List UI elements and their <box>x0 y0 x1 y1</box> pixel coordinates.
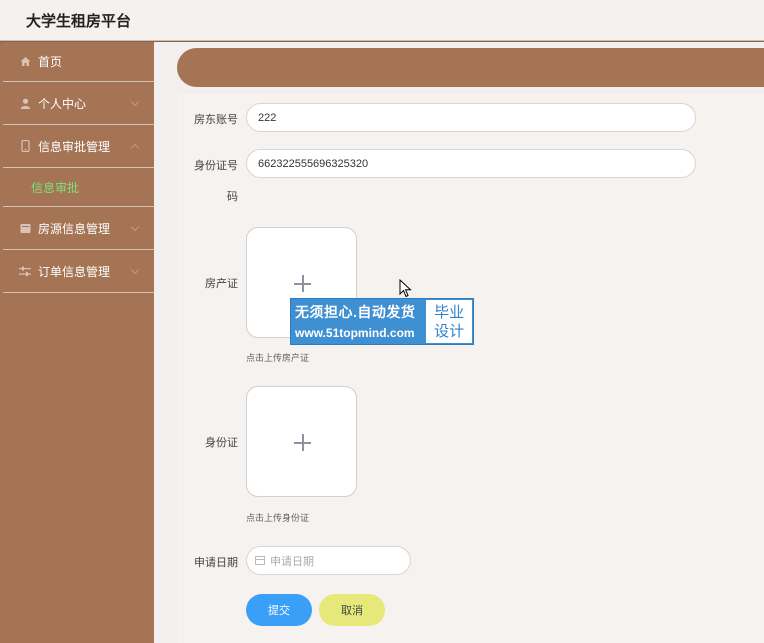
apply-date-placeholder: 申请日期 <box>270 555 314 568</box>
sidebar-item-profile[interactable]: 个人中心 <box>3 82 154 125</box>
sidebar-item-label: 房源信息管理 <box>38 221 111 236</box>
sidebar-item-label: 个人中心 <box>38 96 87 111</box>
id-number-label: 身份证号 <box>194 160 238 172</box>
landlord-account-label: 房东账号 <box>194 114 238 126</box>
app-title: 大学生租房平台 <box>26 13 132 30</box>
sliders-icon <box>19 265 31 277</box>
sidebar-item-approval-management[interactable]: 信息审批管理 <box>3 125 154 168</box>
property-cert-label: 房产证 <box>205 278 238 290</box>
id-card-upload[interactable] <box>246 386 357 497</box>
sidebar-item-label: 信息审批管理 <box>38 139 111 154</box>
cancel-button[interactable]: 取消 <box>319 594 385 626</box>
sidebar-subitem-label: 信息审批 <box>31 180 80 195</box>
panel-header <box>177 48 764 87</box>
plus-icon <box>302 275 304 292</box>
chevron-down-icon <box>130 97 140 107</box>
sidebar-item-label: 首页 <box>38 55 63 69</box>
calendar-icon <box>255 556 265 565</box>
sidebar-item-order-management[interactable]: 订单信息管理 <box>3 250 154 293</box>
home-icon <box>19 56 31 68</box>
watermark-badge: 毕业 设计 <box>426 300 472 343</box>
id-card-hint: 点击上传身份证 <box>246 513 310 523</box>
user-icon <box>19 97 31 109</box>
folder-icon <box>19 222 31 234</box>
id-number-label-line2: 码 <box>227 191 238 203</box>
top-bar: 大学生租房平台 <box>0 0 764 41</box>
landlord-account-input[interactable]: 222 <box>246 103 696 132</box>
id-number-input[interactable]: 662322555696325320 <box>246 149 696 178</box>
watermark-badge-line1: 毕业 <box>434 303 465 321</box>
property-cert-hint: 点击上传房产证 <box>246 353 310 363</box>
chevron-down-icon <box>130 265 140 275</box>
plus-icon <box>302 434 304 451</box>
chevron-down-icon <box>130 222 140 232</box>
apply-date-label: 申请日期 <box>194 557 238 569</box>
watermark-banner: 无须担心.自动发货 www.51topmind.com 毕业 设计 <box>290 298 474 345</box>
sidebar-subitem-approval[interactable]: 信息审批 <box>3 168 154 207</box>
sidebar-item-label: 订单信息管理 <box>38 264 111 279</box>
chevron-up-icon <box>130 143 140 153</box>
sidebar: 首页 个人中心 信息审批管理 信息审批 房源信息管理 订单信息管理 <box>3 42 154 643</box>
sidebar-item-home[interactable]: 首页 <box>3 42 154 82</box>
watermark-badge-line2: 设计 <box>434 322 465 340</box>
watermark-line1: 无须担心.自动发货 <box>295 304 416 320</box>
watermark-url: www.51topmind.com <box>295 326 415 340</box>
apply-date-input[interactable]: 申请日期 <box>246 546 411 575</box>
sidebar-item-listing-management[interactable]: 房源信息管理 <box>3 207 154 250</box>
mouse-cursor-icon <box>399 279 412 298</box>
phone-icon <box>19 140 31 152</box>
submit-button[interactable]: 提交 <box>246 594 312 626</box>
id-card-label: 身份证 <box>205 437 238 449</box>
